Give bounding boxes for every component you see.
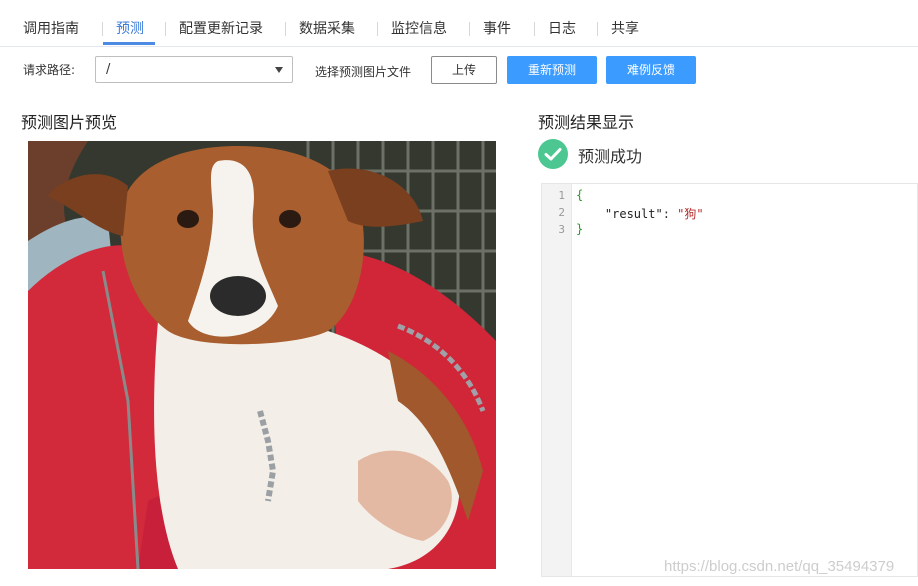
caret-down-icon [275, 67, 283, 73]
tab-events[interactable]: 事件 [483, 0, 511, 45]
tab-separator [285, 22, 286, 36]
line-number-gutter: 1 2 3 [542, 184, 572, 576]
repredict-button[interactable]: 重新预测 [507, 56, 597, 84]
tab-separator [102, 22, 103, 36]
code-line: } [576, 222, 583, 236]
tab-data-collection[interactable]: 数据采集 [299, 0, 355, 45]
line-number: 1 [558, 189, 565, 202]
tab-logs[interactable]: 日志 [548, 0, 576, 45]
tab-config-history[interactable]: 配置更新记录 [179, 0, 263, 45]
request-path-label: 请求路径: [23, 63, 76, 77]
check-circle-icon [538, 139, 568, 169]
active-tab-indicator [103, 42, 155, 45]
tab-separator [597, 22, 598, 36]
tab-separator [165, 22, 166, 36]
hard-example-feedback-button[interactable]: 难例反馈 [606, 56, 696, 84]
prediction-status: 预测成功 [578, 147, 643, 166]
json-brace: { [576, 188, 584, 202]
tab-separator [534, 22, 535, 36]
tab-predict[interactable]: 预测 [116, 0, 144, 45]
tab-share[interactable]: 共享 [611, 0, 639, 45]
tab-bar: 调用指南 预测 配置更新记录 数据采集 监控信息 事件 日志 共享 [0, 0, 918, 47]
result-json-viewer[interactable]: 1 2 3 { "result": "狗" } [541, 183, 918, 577]
upload-button[interactable]: 上传 [431, 56, 497, 84]
tab-separator [377, 22, 378, 36]
preview-image [28, 141, 496, 569]
choose-file-label: 选择预测图片文件 [315, 65, 412, 79]
request-path-value: / [106, 62, 111, 77]
tab-separator [469, 22, 470, 36]
code-line: { [576, 188, 583, 202]
request-path-select[interactable]: / [95, 56, 293, 83]
json-brace: } [576, 222, 584, 236]
line-number: 3 [558, 223, 565, 236]
code-line: "result": "狗" [576, 205, 704, 222]
tab-guide[interactable]: 调用指南 [23, 0, 79, 45]
result-title: 预测结果显示 [538, 113, 635, 132]
watermark: https://blog.csdn.net/qq_35494379 [664, 558, 895, 575]
preview-title: 预测图片预览 [21, 113, 118, 132]
json-separator: : [662, 207, 678, 221]
line-number: 2 [558, 206, 565, 219]
json-key: "result" [604, 207, 663, 221]
json-value: "狗" [677, 207, 704, 221]
tab-monitoring[interactable]: 监控信息 [391, 0, 447, 45]
